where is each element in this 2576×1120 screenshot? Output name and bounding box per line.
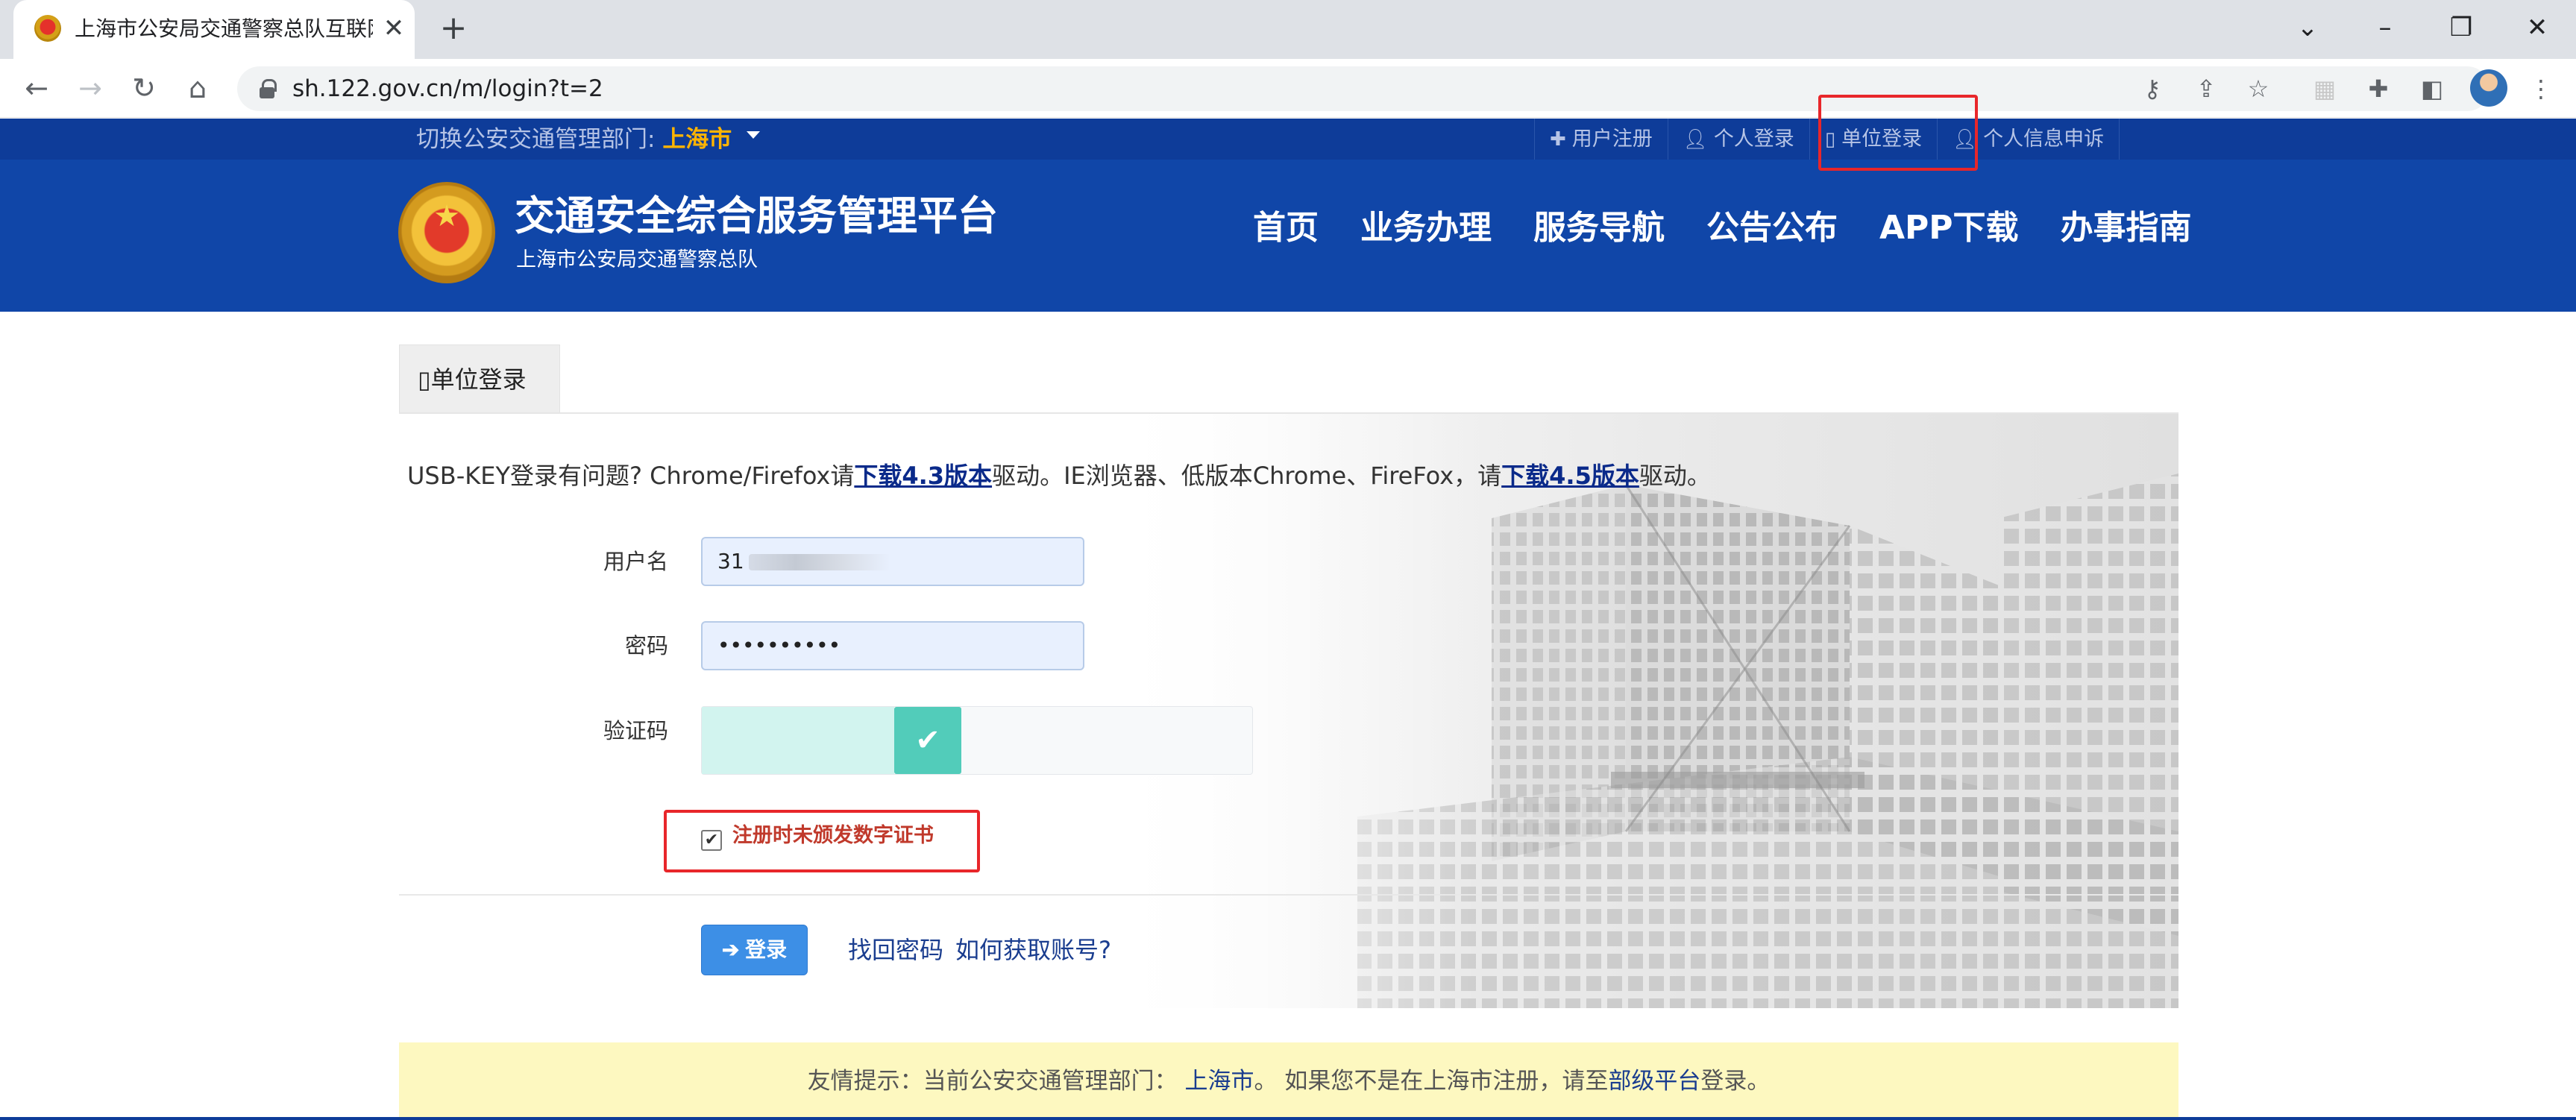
tab-unit-login[interactable]: ▯单位登录 — [399, 345, 560, 413]
login-button[interactable]: ➔ 登录 — [701, 925, 808, 975]
sign-in-icon: ➔ — [721, 938, 740, 961]
extensions-puzzle-icon[interactable]: ✚ — [2361, 72, 2396, 106]
emblem-star-icon: ★ — [433, 199, 460, 233]
ministry-platform-link[interactable]: 部级平台 — [1608, 1068, 1700, 1095]
notice-text: 友情提示：当前公安交通管理部门： 上海市。 如果您不是在上海市注册，请至部级平台… — [399, 1065, 2178, 1098]
password-input[interactable]: •••••••••• — [701, 621, 1084, 670]
nav-business[interactable]: 业务办理 — [1360, 204, 1492, 252]
get-account-link[interactable]: 如何获取账号? — [955, 934, 1111, 966]
nav-service-guide[interactable]: 服务导航 — [1533, 204, 1665, 252]
minimize-icon[interactable]: – — [2363, 9, 2407, 46]
main-nav: 首页 业务办理 服务导航 公告公布 APP下载 办事指南 — [1253, 204, 2192, 252]
side-panel-icon[interactable]: ◧ — [2415, 72, 2449, 106]
notice-city: 上海市 — [1184, 1068, 1254, 1095]
site-title[interactable]: 交通安全综合服务管理平台 — [515, 192, 998, 240]
nav-guide[interactable]: 办事指南 — [2061, 204, 2192, 252]
captcha-slider-fill — [702, 707, 894, 774]
register-link-label: 用户注册 — [1571, 128, 1653, 151]
site-top-strip: 切换公安交通管理部门: 上海市 ✚ 用户注册 👤︎ 个人登录 ▯ 单位登录 👤︎ 个人信… — [0, 119, 2576, 160]
notice-banner: 友情提示：当前公安交通管理部门： 上海市。 如果您不是在上海市注册，请至部级平台… — [399, 1042, 2178, 1120]
current-city[interactable]: 上海市 — [662, 126, 732, 153]
username-label: 用户名 — [603, 549, 668, 574]
personal-login-label: 个人登录 — [1713, 128, 1794, 151]
building-background-image — [1104, 414, 2178, 1008]
close-tab-icon[interactable]: ✕ — [379, 13, 409, 43]
personal-login-link[interactable]: 👤︎ 个人登录 — [1667, 119, 1809, 160]
register-link[interactable]: ✚ 用户注册 — [1534, 119, 1668, 160]
plus-icon: ✚ — [1550, 128, 1566, 151]
redacted-blur — [748, 554, 890, 570]
notice-part2: 。 如果您不是在上海市注册，请至 — [1254, 1068, 1609, 1095]
captcha-slider[interactable]: ✔ — [701, 706, 1253, 775]
usb-tip-middle: 驱动。IE浏览器、低版本Chrome、FireFox，请 — [992, 462, 1502, 490]
usb-key-tip: USB-KEY登录有问题? Chrome/Firefox请下载4.3版本驱动。I… — [407, 459, 1711, 492]
reload-icon[interactable]: ↻ — [125, 69, 163, 107]
url-text[interactable]: sh.122.gov.cn/m/login?t=2 — [292, 74, 603, 104]
annotation-box-unit-login — [1818, 95, 1978, 171]
bottom-border — [0, 1117, 2576, 1120]
tab-search-chevron-icon[interactable]: ⌄ — [2285, 9, 2330, 46]
browser-tabbar: 上海市公安局交通警察总队互联网 ✕ + ⌄ – ❐ ✕ — [0, 0, 2576, 59]
police-emblem-favicon-icon — [34, 15, 61, 42]
notice-part3: 登录。 — [1700, 1068, 1771, 1095]
building-icon: ▯ — [418, 365, 431, 394]
new-tab-icon[interactable]: + — [437, 12, 470, 45]
username-value: 31 — [717, 549, 744, 573]
captcha-check-handle[interactable]: ✔ — [894, 707, 961, 774]
tab-unit-login-row: ▯单位登录 — [418, 365, 527, 394]
key-icon[interactable]: ⚷ — [2137, 75, 2167, 102]
restore-icon[interactable]: ❐ — [2439, 9, 2484, 46]
login-button-label: 登录 — [745, 938, 788, 961]
tab-title: 上海市公安局交通警察总队互联网 — [75, 16, 373, 41]
caret-down-icon[interactable] — [747, 131, 761, 145]
notice-part1: 友情提示：当前公安交通管理部门： — [807, 1068, 1178, 1095]
extension-placeholder-icon[interactable]: ▦ — [2308, 72, 2342, 106]
police-emblem-logo[interactable]: ★ — [398, 182, 495, 283]
info-appeal-label: 个人信息申诉 — [1983, 128, 2105, 151]
department-switcher[interactable]: 切换公安交通管理部门: 上海市 — [416, 125, 761, 154]
form-divider — [399, 894, 2178, 896]
profile-avatar[interactable] — [2470, 69, 2507, 107]
share-icon[interactable]: ⇪ — [2191, 75, 2221, 102]
window-close-icon[interactable]: ✕ — [2515, 9, 2560, 46]
nav-announcements[interactable]: 公告公布 — [1706, 204, 1838, 252]
username-input[interactable]: 31 — [701, 537, 1084, 586]
forward-icon[interactable]: → — [72, 69, 109, 107]
browser-toolbar: ← → ↻ ⌂ sh.122.gov.cn/m/login?t=2 ⚷ ⇪ ☆ … — [0, 59, 2576, 118]
site-subtitle: 上海市公安局交通警察总队 — [516, 248, 758, 271]
home-icon[interactable]: ⌂ — [179, 69, 216, 107]
menu-kebab-icon[interactable]: ⋮ — [2524, 72, 2558, 106]
download-43-link[interactable]: 下载4.3版本 — [854, 462, 992, 490]
password-value: •••••••••• — [717, 633, 841, 658]
lock-icon[interactable] — [260, 79, 277, 98]
forgot-password-link[interactable]: 找回密码 — [848, 934, 943, 966]
back-icon[interactable]: ← — [18, 69, 55, 107]
browser-tab[interactable]: 上海市公安局交通警察总队互联网 ✕ — [13, 0, 415, 59]
site-header: ★ 交通安全综合服务管理平台 上海市公安局交通警察总队 首页 业务办理 服务导航… — [0, 160, 2576, 312]
user-icon: 👤︎ — [1683, 128, 1708, 151]
tab-unit-login-label: 单位登录 — [430, 365, 527, 394]
password-label: 密码 — [624, 633, 668, 658]
usb-tip-suffix: 驱动。 — [1639, 462, 1711, 490]
download-45-link[interactable]: 下载4.5版本 — [1501, 462, 1639, 490]
address-bar[interactable]: sh.122.gov.cn/m/login?t=2 ⚷ ⇪ ☆ — [237, 66, 2489, 111]
nav-app-download[interactable]: APP下载 — [1879, 204, 2019, 252]
bookmark-star-icon[interactable]: ☆ — [2243, 75, 2273, 102]
nav-home[interactable]: 首页 — [1253, 204, 1319, 252]
annotation-box-cert-checkbox — [664, 810, 980, 872]
usb-tip-prefix: USB-KEY登录有问题? Chrome/Firefox请 — [407, 462, 855, 490]
switch-label: 切换公安交通管理部门: — [416, 126, 656, 153]
captcha-label: 验证码 — [603, 718, 668, 743]
